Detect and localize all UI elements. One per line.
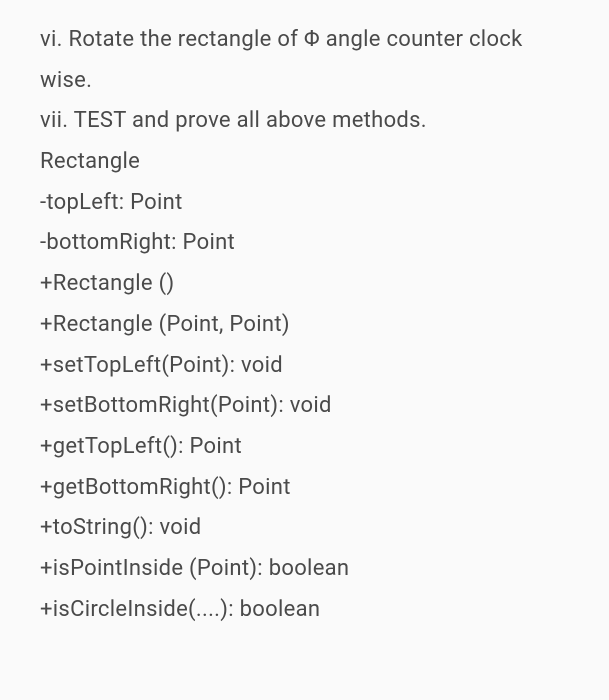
text-line: vii. TEST and prove all above methods. xyxy=(40,101,579,142)
text-line: Rectangle xyxy=(40,142,579,183)
text-line: +setTopLeft(Point): void xyxy=(40,346,579,387)
document-content: vi. Rotate the rectangle of Φ angle coun… xyxy=(40,20,579,630)
text-line: +getTopLeft(): Point xyxy=(40,427,579,468)
text-line: +toString(): void xyxy=(40,508,579,549)
text-line: vi. Rotate the rectangle of Φ angle coun… xyxy=(40,20,579,101)
text-line: -bottomRight: Point xyxy=(40,223,579,264)
text-line: +getBottomRight(): Point xyxy=(40,468,579,509)
text-line: +setBottomRight(Point): void xyxy=(40,386,579,427)
text-line: -topLeft: Point xyxy=(40,183,579,224)
text-line: +Rectangle (Point, Point) xyxy=(40,305,579,346)
text-line: +Rectangle () xyxy=(40,264,579,305)
text-line: +isPointInside (Point): boolean xyxy=(40,549,579,590)
text-line: +isCircleInside(....): boolean xyxy=(40,590,579,631)
